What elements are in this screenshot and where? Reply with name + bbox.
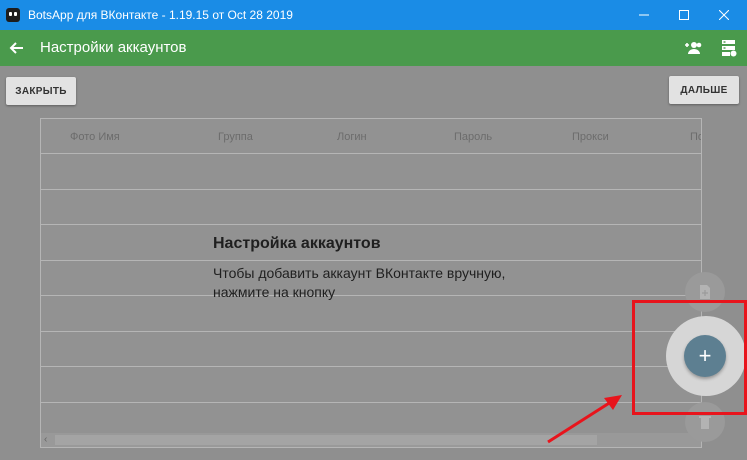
page-title: Настройки аккаунтов: [40, 39, 187, 56]
window-title: BotsApp для ВКонтакте - 1.19.15 от Oct 2…: [28, 8, 293, 22]
add-user-button[interactable]: [682, 36, 706, 60]
column-photo-name[interactable]: Фото Имя: [70, 131, 120, 143]
column-group[interactable]: Группа: [218, 131, 253, 143]
back-button[interactable]: [4, 36, 28, 60]
window-titlebar: BotsApp для ВКонтакте - 1.19.15 от Oct 2…: [0, 0, 747, 30]
servers-button[interactable]: [717, 36, 741, 60]
column-proxy[interactable]: Прокси: [572, 131, 609, 143]
column-login[interactable]: Логин: [337, 131, 367, 143]
app-toolbar: Настройки аккаунтов: [0, 30, 747, 66]
empty-state-title: Настройка аккаунтов: [213, 235, 381, 252]
scrollbar-thumb[interactable]: [55, 435, 597, 445]
column-password[interactable]: Пароль: [454, 131, 492, 143]
annotation-arrow: [547, 395, 622, 444]
empty-state-text: Чтобы добавить аккаунт ВКонтакте вручную…: [213, 265, 506, 300]
table-row-divider: [41, 260, 701, 261]
table-row-divider: [41, 224, 701, 225]
servers-icon: [722, 40, 737, 57]
back-arrow-icon: [9, 42, 23, 54]
close-icon: [719, 10, 729, 20]
next-button[interactable]: ДАЛЬШЕ: [669, 76, 739, 104]
close-button[interactable]: ЗАКРЫТЬ: [6, 77, 76, 105]
table-row-divider: [41, 331, 701, 332]
app-icon: [6, 8, 20, 22]
minimize-button[interactable]: [624, 0, 664, 30]
maximize-icon: [679, 10, 689, 20]
table-row-divider: [41, 189, 701, 190]
table-header: Фото Имя Группа Логин Пароль Прокси По: [41, 119, 701, 154]
column-more[interactable]: По: [690, 131, 701, 143]
annotation-highlight-box: [632, 300, 747, 415]
file-icon: [700, 285, 710, 299]
table-row-divider: [41, 366, 701, 367]
maximize-button[interactable]: [664, 0, 704, 30]
scroll-left-icon[interactable]: ‹: [44, 434, 47, 445]
minimize-icon: [639, 14, 649, 16]
close-window-button[interactable]: [704, 0, 744, 30]
add-user-icon: [685, 42, 702, 54]
trash-icon: [699, 416, 711, 429]
